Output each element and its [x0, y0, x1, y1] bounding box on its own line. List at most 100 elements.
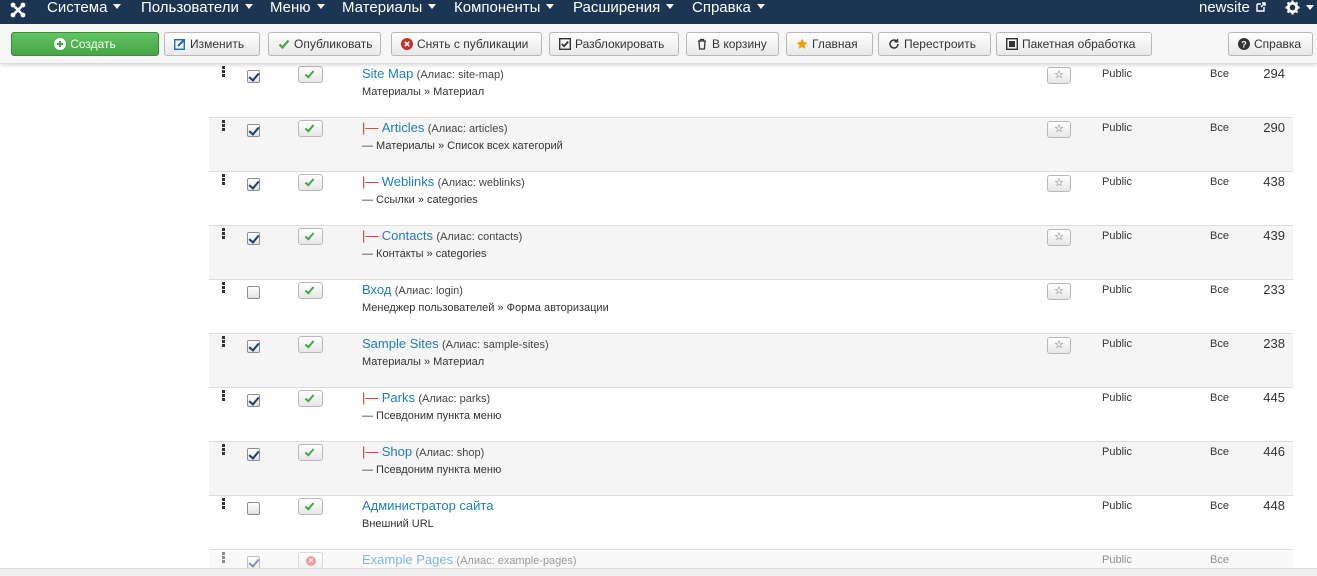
menu-content[interactable]: Материалы: [342, 0, 437, 24]
publish-toggle-button[interactable]: [298, 66, 323, 83]
menu-extensions-label: Расширения: [573, 0, 661, 16]
item-title-line: Site Map (Алиас: site-map): [362, 66, 504, 81]
item-language: Все: [1210, 446, 1229, 458]
item-id: 294: [1263, 66, 1285, 81]
settings-menu[interactable]: [1285, 0, 1314, 24]
menu-components[interactable]: Компоненты: [454, 0, 555, 24]
batch-button[interactable]: Пакетная обработка: [996, 32, 1152, 56]
table-row: |— Articles (Алиас: articles) — Материалы…: [209, 118, 1293, 172]
help-button[interactable]: ? Справка: [1228, 32, 1313, 56]
drag-handle-icon[interactable]: [222, 336, 226, 347]
set-home-button[interactable]: ☆: [1047, 337, 1071, 354]
chevron-down-icon: [546, 4, 555, 9]
publish-toggle-button[interactable]: [298, 444, 323, 461]
menu-extensions[interactable]: Расширения: [573, 0, 675, 24]
menu-users[interactable]: Пользователи: [141, 0, 253, 24]
drag-handle-icon[interactable]: [222, 66, 226, 77]
set-home-button[interactable]: ☆: [1047, 229, 1071, 246]
level-prefix: |—: [362, 390, 379, 405]
drag-handle-icon[interactable]: [222, 282, 226, 293]
publish-toggle-button[interactable]: [298, 498, 323, 515]
level-prefix: |—: [362, 228, 379, 243]
edit-button[interactable]: Изменить: [164, 32, 260, 56]
set-home-button[interactable]: ☆: [1047, 283, 1071, 300]
item-language: Все: [1210, 230, 1229, 242]
checkin-button[interactable]: Разблокировать: [549, 32, 679, 56]
item-title-link[interactable]: Example Pages: [362, 552, 453, 567]
item-type: Менеджер пользователей » Форма авторизац…: [362, 302, 609, 314]
item-title-link[interactable]: Contacts: [382, 228, 433, 243]
horizontal-scrollbar[interactable]: [0, 568, 1317, 576]
item-access: Public: [1102, 68, 1132, 80]
item-language: Все: [1210, 554, 1229, 566]
joomla-logo-icon[interactable]: [9, 1, 27, 19]
row-checkbox[interactable]: [247, 286, 260, 299]
row-checkbox[interactable]: [247, 124, 260, 137]
unpublish-button[interactable]: Снять с публикации: [391, 32, 542, 56]
publish-toggle-button[interactable]: ×: [298, 552, 323, 569]
item-type: — Контакты » categories: [362, 248, 487, 260]
trash-button[interactable]: В корзину: [686, 32, 779, 56]
create-button[interactable]: Создать: [11, 32, 159, 56]
publish-toggle-button[interactable]: [298, 174, 323, 191]
drag-handle-icon[interactable]: [222, 120, 226, 131]
menu-menus[interactable]: Меню: [270, 0, 325, 24]
item-id: 238: [1263, 336, 1285, 351]
star-outline-icon: ☆: [1054, 177, 1064, 189]
publish-toggle-button[interactable]: [298, 336, 323, 353]
drag-handle-icon[interactable]: [222, 174, 226, 185]
level-prefix: |—: [362, 444, 379, 459]
item-title-link[interactable]: Weblinks: [382, 174, 435, 189]
site-link[interactable]: newsite: [1199, 0, 1266, 24]
row-checkbox[interactable]: [247, 394, 260, 407]
home-button[interactable]: Главная: [786, 32, 873, 56]
publish-button-label: Опубликовать: [294, 37, 373, 51]
row-checkbox[interactable]: [247, 502, 260, 515]
row-checkbox[interactable]: [247, 70, 260, 83]
item-title-link[interactable]: Articles: [382, 120, 425, 135]
drag-handle-icon[interactable]: [222, 444, 226, 455]
rebuild-button-label: Перестроить: [904, 37, 976, 51]
check-icon: [304, 500, 315, 511]
item-type: Материалы » Материал: [362, 356, 485, 368]
row-checkbox[interactable]: [247, 340, 260, 353]
item-access: Public: [1102, 446, 1132, 458]
item-title-line: Example Pages (Алиас: example-pages): [362, 552, 577, 567]
rebuild-button[interactable]: Перестроить: [878, 32, 991, 56]
item-id: 290: [1263, 120, 1285, 135]
set-home-button[interactable]: ☆: [1047, 175, 1071, 192]
drag-handle-icon[interactable]: [222, 390, 226, 401]
publish-toggle-button[interactable]: [298, 120, 323, 137]
publish-toggle-button[interactable]: [298, 282, 323, 299]
item-title-link[interactable]: Администратор сайта: [362, 498, 493, 513]
item-title-link[interactable]: Вход: [362, 282, 391, 297]
row-checkbox[interactable]: [247, 448, 260, 461]
drag-handle-icon[interactable]: [222, 228, 226, 239]
item-title-link[interactable]: Sample Sites: [362, 336, 439, 351]
drag-handle-icon[interactable]: [222, 498, 226, 509]
publish-toggle-button[interactable]: [298, 228, 323, 245]
item-title-link[interactable]: Parks: [382, 390, 415, 405]
item-type: Материалы » Материал: [362, 86, 485, 98]
publish-toggle-button[interactable]: [298, 390, 323, 407]
row-checkbox[interactable]: [247, 178, 260, 191]
item-alias: (Алиас: articles): [427, 123, 508, 135]
menu-system[interactable]: Система: [47, 0, 122, 24]
item-id: 233: [1263, 282, 1285, 297]
gear-icon: [1285, 0, 1300, 15]
item-access: Public: [1102, 284, 1132, 296]
publish-button[interactable]: Опубликовать: [268, 32, 381, 56]
external-link-icon: [1256, 2, 1266, 12]
row-checkbox[interactable]: [247, 232, 260, 245]
set-home-button[interactable]: ☆: [1047, 121, 1071, 138]
item-title-link[interactable]: Shop: [382, 444, 412, 459]
item-id: 445: [1263, 390, 1285, 405]
item-title-line: |— Articles (Алиас: articles): [362, 120, 508, 135]
menu-help[interactable]: Справка: [692, 0, 765, 24]
unpublished-icon: ×: [306, 556, 316, 566]
item-title-link[interactable]: Site Map: [362, 66, 413, 81]
set-home-button[interactable]: ☆: [1047, 67, 1071, 84]
item-type: — Псевдоним пункта меню: [362, 464, 502, 476]
menu-users-label: Пользователи: [141, 0, 239, 16]
drag-handle-icon[interactable]: [222, 552, 226, 563]
